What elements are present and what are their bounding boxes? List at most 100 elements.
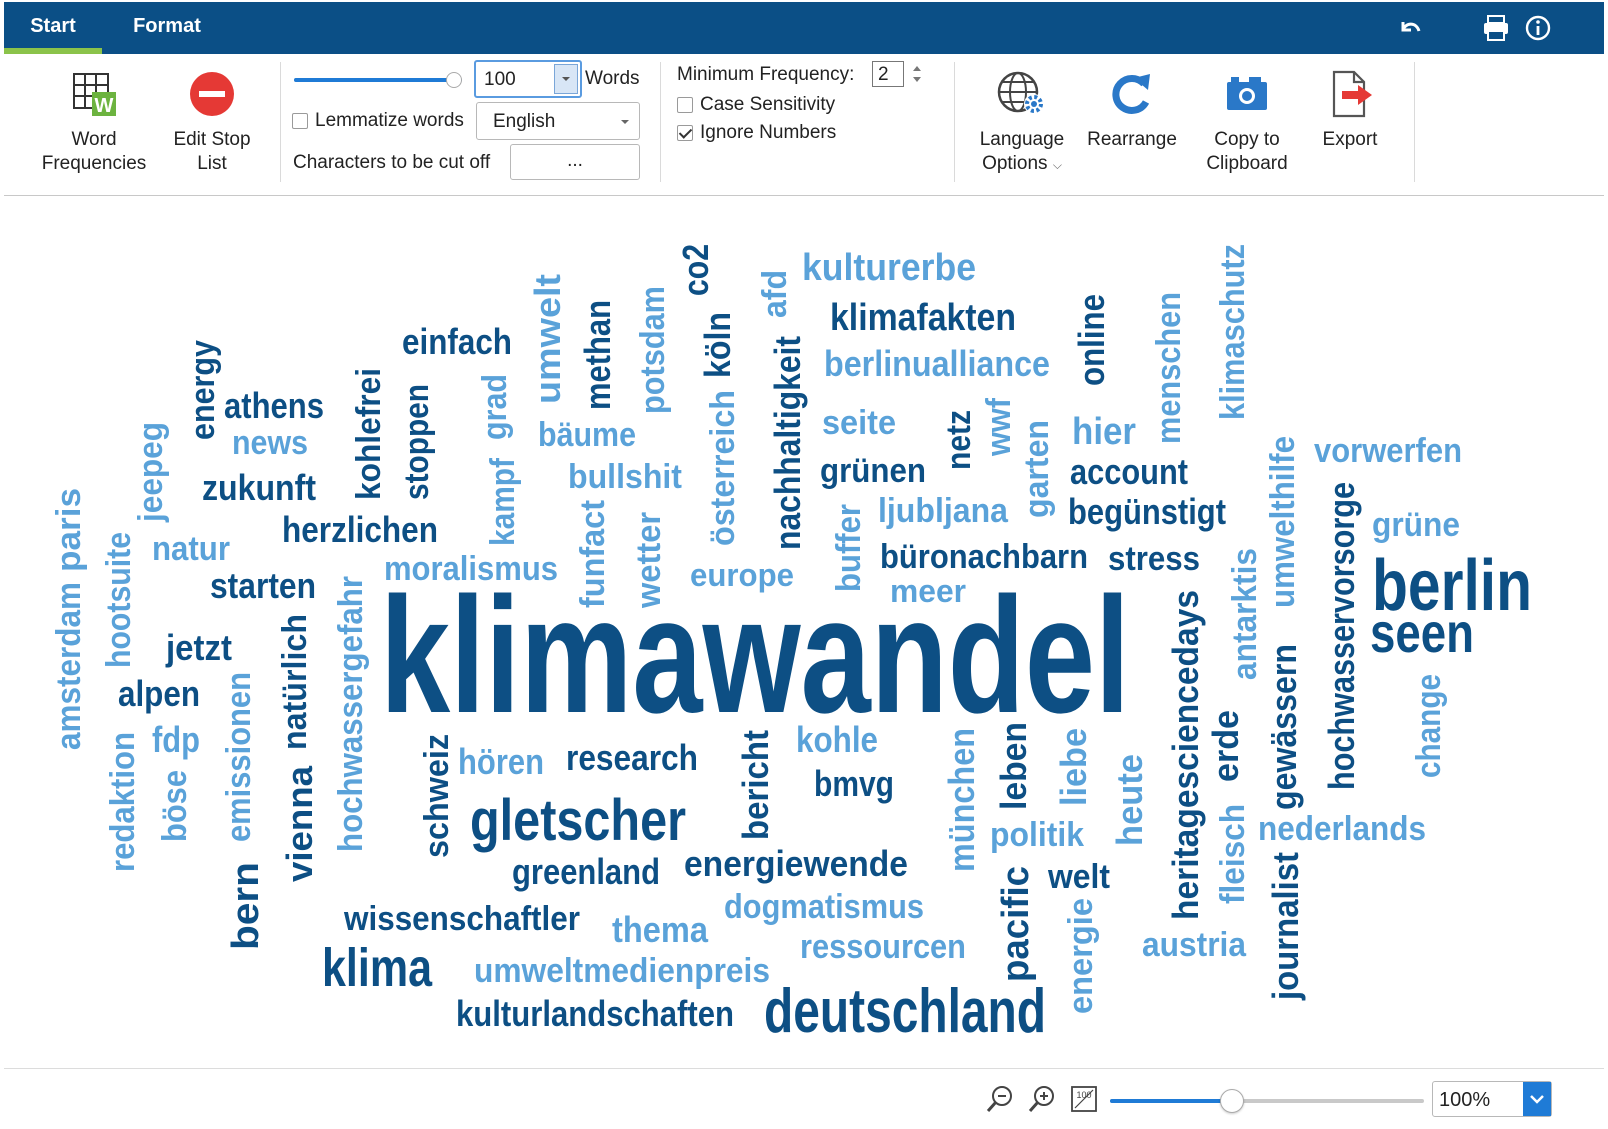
- edit-stop-list-label-line1: Edit Stop: [173, 129, 251, 150]
- language-options-label-line2: Options ⌵: [982, 153, 1062, 174]
- cloud-word: funfact: [574, 500, 612, 608]
- cloud-word: hören: [458, 741, 544, 782]
- export-button[interactable]: Export: [1310, 66, 1390, 152]
- edit-stop-list-label-line2: List: [197, 153, 227, 174]
- cloud-word: bericht: [735, 730, 776, 840]
- copy-to-clipboard-button[interactable]: Copy to Clipboard: [1194, 66, 1300, 176]
- cloud-word: stress: [1108, 540, 1200, 578]
- undo-icon[interactable]: [1392, 10, 1428, 46]
- zoom-100-icon[interactable]: 100: [1068, 1083, 1100, 1115]
- min-frequency-value: 2: [878, 64, 889, 85]
- cloud-word: begünstigt: [1068, 491, 1226, 532]
- cloud-word: vorwerfen: [1314, 432, 1462, 470]
- ribbon-separator: [1414, 62, 1415, 182]
- edit-stop-list-button[interactable]: Edit Stop List: [164, 66, 260, 176]
- lemmatize-checkbox-box[interactable]: [292, 113, 308, 129]
- cloud-word: bmvg: [814, 763, 894, 804]
- cloud-word: kohle: [796, 719, 878, 760]
- cloud-word: jetzt: [165, 627, 232, 668]
- lemmatize-label: Lemmatize words: [315, 110, 464, 131]
- rearrange-button[interactable]: Rearrange: [1080, 66, 1184, 152]
- zoom-value: 100%: [1439, 1089, 1491, 1111]
- language-select[interactable]: English: [476, 102, 640, 140]
- cloud-word: bullshit: [568, 458, 682, 496]
- tab-start[interactable]: Start: [4, 2, 102, 54]
- words-count-spinner[interactable]: 100: [474, 60, 582, 98]
- min-frequency-stepper[interactable]: [910, 62, 924, 86]
- language-options-button[interactable]: Language Options ⌵: [970, 66, 1074, 177]
- cloud-word: österreich: [704, 390, 742, 546]
- words-slider[interactable]: [294, 72, 470, 88]
- cloud-word: fdp: [152, 719, 200, 760]
- cloud-word: böse: [156, 770, 194, 842]
- cloud-word: emissionen: [220, 672, 258, 842]
- cloud-word: thema: [612, 909, 709, 950]
- word-frequencies-button[interactable]: W Word Frequencies: [34, 66, 154, 176]
- zoom-combobox[interactable]: 100%: [1432, 1081, 1552, 1117]
- ribbon-separator: [954, 62, 955, 182]
- cloud-word: welt: [1047, 858, 1110, 896]
- cut-off-button[interactable]: ...: [510, 144, 640, 180]
- cloud-word: vienna: [279, 765, 320, 882]
- cloud-word: ljubljana: [878, 492, 1009, 530]
- ribbon-separator: [660, 62, 661, 182]
- case-sensitivity-checkbox-box[interactable]: [677, 97, 693, 113]
- min-frequency-field[interactable]: 2: [872, 61, 904, 87]
- cloud-word: bern: [225, 862, 267, 950]
- cloud-word: schweiz: [418, 734, 456, 858]
- cloud-word: methan: [577, 300, 618, 410]
- cloud-word: online: [1071, 294, 1112, 386]
- cloud-word: research: [566, 737, 698, 778]
- cloud-word: umweltmedienpreis: [474, 952, 770, 990]
- cloud-word: natur: [152, 530, 230, 568]
- zoom-slider[interactable]: [1110, 1089, 1428, 1113]
- refresh-icon: [1104, 66, 1160, 122]
- cloud-word: politik: [990, 816, 1084, 854]
- ignore-numbers-checkbox-box[interactable]: [677, 125, 693, 141]
- case-sensitivity-checkbox[interactable]: Case Sensitivity: [677, 94, 835, 116]
- zoom-out-icon[interactable]: [984, 1083, 1016, 1115]
- words-label: Words: [585, 68, 640, 89]
- cloud-word: energie: [1062, 898, 1100, 1014]
- zoom-in-icon[interactable]: [1026, 1083, 1058, 1115]
- printer-icon[interactable]: [1478, 10, 1514, 46]
- cloud-word: grünen: [820, 452, 926, 490]
- words-slider-thumb[interactable]: [446, 72, 462, 88]
- words-count-value: 100: [484, 69, 516, 90]
- cloud-word: zukunft: [202, 467, 316, 508]
- cloud-word: alpen: [118, 673, 200, 714]
- cloud-word: gletscher: [470, 788, 686, 853]
- ignore-numbers-checkbox[interactable]: Ignore Numbers: [677, 122, 836, 144]
- rearrange-label: Rearrange: [1087, 129, 1177, 150]
- cloud-word: klimaschutz: [1214, 244, 1252, 420]
- cloud-word: ressourcen: [800, 928, 966, 966]
- cloud-word: potsdam: [634, 286, 672, 414]
- chevron-down-icon: ⌵: [1052, 158, 1062, 172]
- zoom-slider-fill: [1110, 1099, 1230, 1103]
- ribbon-separator: [280, 62, 281, 182]
- words-count-dropdown[interactable]: [554, 64, 578, 94]
- cloud-word: athens: [224, 385, 324, 426]
- cloud-word: natürlich: [276, 614, 314, 750]
- cloud-word: kulturlandschaften: [456, 993, 734, 1034]
- camera-icon: [1219, 66, 1275, 122]
- cloud-word: kohlefrei: [350, 368, 388, 500]
- cloud-word: garten: [1018, 420, 1056, 518]
- cloud-word: münchen: [941, 728, 982, 872]
- zoom-slider-thumb[interactable]: [1220, 1089, 1245, 1113]
- cloud-word: afd: [756, 270, 794, 318]
- info-icon[interactable]: [1520, 10, 1556, 46]
- cloud-word: seen: [1370, 601, 1474, 664]
- zoom-dropdown[interactable]: [1523, 1082, 1551, 1116]
- cloud-word: köln: [697, 312, 738, 378]
- tab-format[interactable]: Format: [108, 2, 226, 54]
- cloud-word: redaktion: [104, 732, 142, 872]
- cloud-word: hier: [1072, 411, 1136, 453]
- cloud-word: herzlichen: [282, 509, 438, 550]
- cloud-word: klimafakten: [830, 297, 1016, 339]
- word-cloud-app: Start Format W Word Frequencies Edit Sto…: [0, 0, 1608, 1129]
- lemmatize-checkbox[interactable]: Lemmatize words: [292, 110, 464, 132]
- cloud-word: fleisch: [1214, 804, 1252, 904]
- svg-text:W: W: [95, 95, 114, 117]
- cloud-word: klima: [322, 938, 433, 998]
